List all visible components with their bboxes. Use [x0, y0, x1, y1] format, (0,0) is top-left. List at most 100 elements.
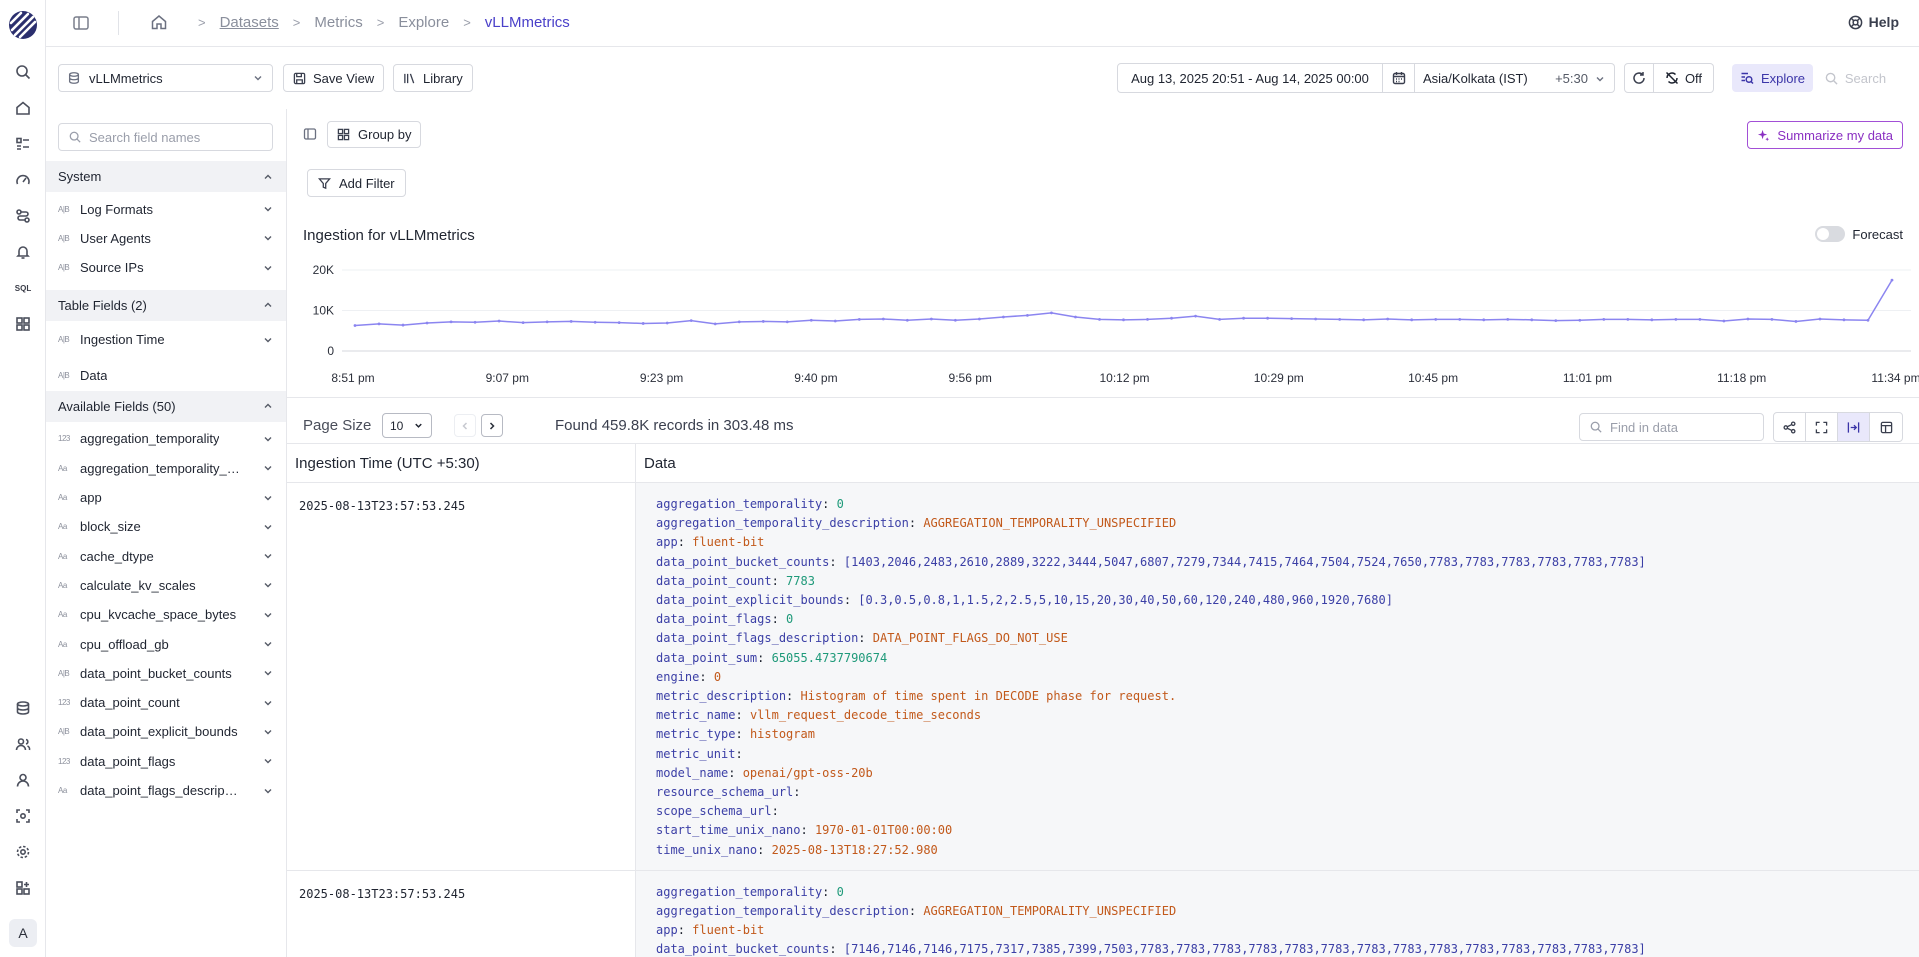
- panel-collapse-icon[interactable]: [303, 127, 317, 141]
- field-search-input[interactable]: [89, 129, 259, 145]
- data-point: [713, 322, 717, 326]
- users-icon[interactable]: [13, 734, 33, 754]
- field-item[interactable]: A|B Log Formats: [46, 194, 286, 224]
- database-icon[interactable]: [13, 698, 33, 718]
- data-field: metric_unit:: [656, 745, 1899, 764]
- field-item[interactable]: A|B data_point_explicit_bounds: [46, 717, 286, 747]
- field-search[interactable]: [58, 123, 273, 151]
- field-item[interactable]: Aa app: [46, 483, 286, 513]
- data-point: [1122, 318, 1125, 322]
- field-value: 0: [836, 884, 844, 899]
- sidebar-toggle-icon[interactable]: [72, 14, 90, 32]
- table-row[interactable]: 2025-08-13T23:57:53.245 aggregation_tempo…: [287, 870, 1919, 957]
- chevron-down-icon: [264, 788, 272, 793]
- search-icon[interactable]: [13, 62, 33, 82]
- wrap-text-icon[interactable]: [1838, 413, 1870, 441]
- section-system[interactable]: System: [46, 161, 286, 192]
- database-icon: [68, 72, 80, 84]
- save-icon: [293, 72, 306, 84]
- user-icon[interactable]: [13, 770, 33, 790]
- explore-button[interactable]: Explore: [1732, 64, 1813, 92]
- data-point: [1338, 318, 1342, 321]
- colon: :: [735, 708, 750, 723]
- forecast-toggle[interactable]: Forecast: [1815, 226, 1903, 242]
- field-item[interactable]: A|B Ingestion Time: [46, 325, 286, 355]
- library-button[interactable]: Library: [393, 64, 473, 92]
- field-item[interactable]: Aa cpu_kvcache_space_bytes: [46, 600, 286, 630]
- data-point: [1674, 318, 1678, 321]
- group-by-button[interactable]: Group by: [327, 121, 422, 148]
- gauge-icon[interactable]: [13, 170, 33, 190]
- home-icon[interactable]: [13, 98, 33, 118]
- summarize-button[interactable]: Summarize my data: [1747, 121, 1903, 149]
- settings-icon[interactable]: [13, 842, 33, 862]
- data-point: [1650, 318, 1654, 322]
- field-item[interactable]: Aa aggregation_temporality_description: [46, 453, 286, 483]
- field-item[interactable]: A|B User Agents: [46, 223, 286, 253]
- field-item[interactable]: 123 data_point_count: [46, 688, 286, 718]
- fullscreen-icon[interactable]: [1806, 413, 1838, 441]
- help-button[interactable]: Help: [1848, 14, 1899, 30]
- search-button[interactable]: Search: [1818, 64, 1893, 92]
- bell-icon[interactable]: [13, 242, 33, 262]
- field-item[interactable]: A|B data_point_bucket_counts: [46, 658, 286, 688]
- breadcrumb-metrics[interactable]: Metrics: [314, 14, 362, 31]
- breadcrumb-explore[interactable]: Explore: [398, 14, 449, 31]
- app-logo-icon[interactable]: [8, 10, 38, 40]
- share-icon[interactable]: [1774, 413, 1806, 441]
- forecast-switch[interactable]: [1815, 226, 1846, 242]
- data-point: [593, 320, 597, 324]
- find-in-data[interactable]: [1579, 413, 1764, 441]
- section-table-fields[interactable]: Table Fields (2): [46, 289, 286, 321]
- user-avatar[interactable]: A: [9, 919, 37, 947]
- data-point: [1578, 318, 1582, 322]
- column-header-time[interactable]: Ingestion Time (UTC +5:30): [287, 444, 636, 482]
- chevron-right-icon: >: [463, 14, 471, 30]
- field-value: fluent-bit: [692, 923, 765, 938]
- home-icon[interactable]: [150, 13, 168, 31]
- field-item[interactable]: A|B Data: [46, 361, 286, 391]
- integrations-icon[interactable]: [13, 878, 33, 898]
- columns-icon[interactable]: [1870, 413, 1902, 441]
- save-view-label: Save View: [313, 70, 375, 86]
- refresh-button[interactable]: [1624, 63, 1654, 93]
- field-value: vllm_request_decode_time_seconds: [749, 708, 982, 723]
- field-item[interactable]: Aa cpu_offload_gb: [46, 629, 286, 659]
- find-in-data-input[interactable]: [1610, 419, 1750, 435]
- timezone-select[interactable]: Asia/Kolkata (IST) +5:30: [1415, 63, 1615, 93]
- colon: :: [677, 923, 693, 938]
- prev-page-button[interactable]: [454, 414, 476, 437]
- pipeline-icon[interactable]: [13, 206, 33, 226]
- data-field: resource_schema_url:: [656, 783, 1899, 802]
- field-item[interactable]: Aa cache_dtype: [46, 541, 286, 571]
- column-header-data[interactable]: Data: [636, 444, 684, 482]
- table-row[interactable]: 2025-08-13T23:57:53.245 aggregation_tempo…: [287, 483, 1919, 871]
- field-item[interactable]: Aa calculate_kv_scales: [46, 570, 286, 600]
- y-tick-label: 0: [327, 344, 334, 358]
- field-item[interactable]: Aa data_point_flags_description: [46, 776, 286, 806]
- date-range-picker[interactable]: Aug 13, 2025 20:51 - Aug 14, 2025 00:00: [1117, 63, 1383, 93]
- save-view-button[interactable]: Save View: [283, 64, 385, 92]
- colon: :: [800, 823, 815, 838]
- breadcrumb-datasets[interactable]: Datasets: [220, 14, 279, 31]
- apps-icon[interactable]: [13, 314, 33, 334]
- scan-icon[interactable]: [13, 806, 33, 826]
- logs-icon[interactable]: [13, 134, 33, 154]
- next-page-button[interactable]: [481, 414, 503, 437]
- field-item[interactable]: A|B Source IPs: [46, 253, 286, 283]
- sql-icon[interactable]: SQL: [13, 278, 33, 298]
- dataset-select[interactable]: vLLMmetrics: [58, 64, 273, 92]
- breadcrumb-current: vLLMmetrics: [484, 13, 570, 31]
- field-type-icon: Aa: [58, 522, 67, 532]
- page-size-select[interactable]: 10: [382, 413, 432, 438]
- calendar-button[interactable]: [1383, 63, 1415, 93]
- add-filter-button[interactable]: Add Filter: [307, 169, 406, 197]
- field-item[interactable]: 123 aggregation_temporality: [46, 424, 286, 454]
- field-item[interactable]: Aa block_size: [46, 512, 286, 542]
- section-available-fields[interactable]: Available Fields (50): [46, 390, 286, 422]
- x-tick-label: 10:29 pm: [1254, 371, 1304, 385]
- data-point: [978, 317, 981, 321]
- field-item[interactable]: 123 data_point_flags: [46, 746, 286, 776]
- field-key: time_unix_nano: [656, 842, 758, 857]
- auto-refresh-toggle[interactable]: Off: [1654, 63, 1714, 93]
